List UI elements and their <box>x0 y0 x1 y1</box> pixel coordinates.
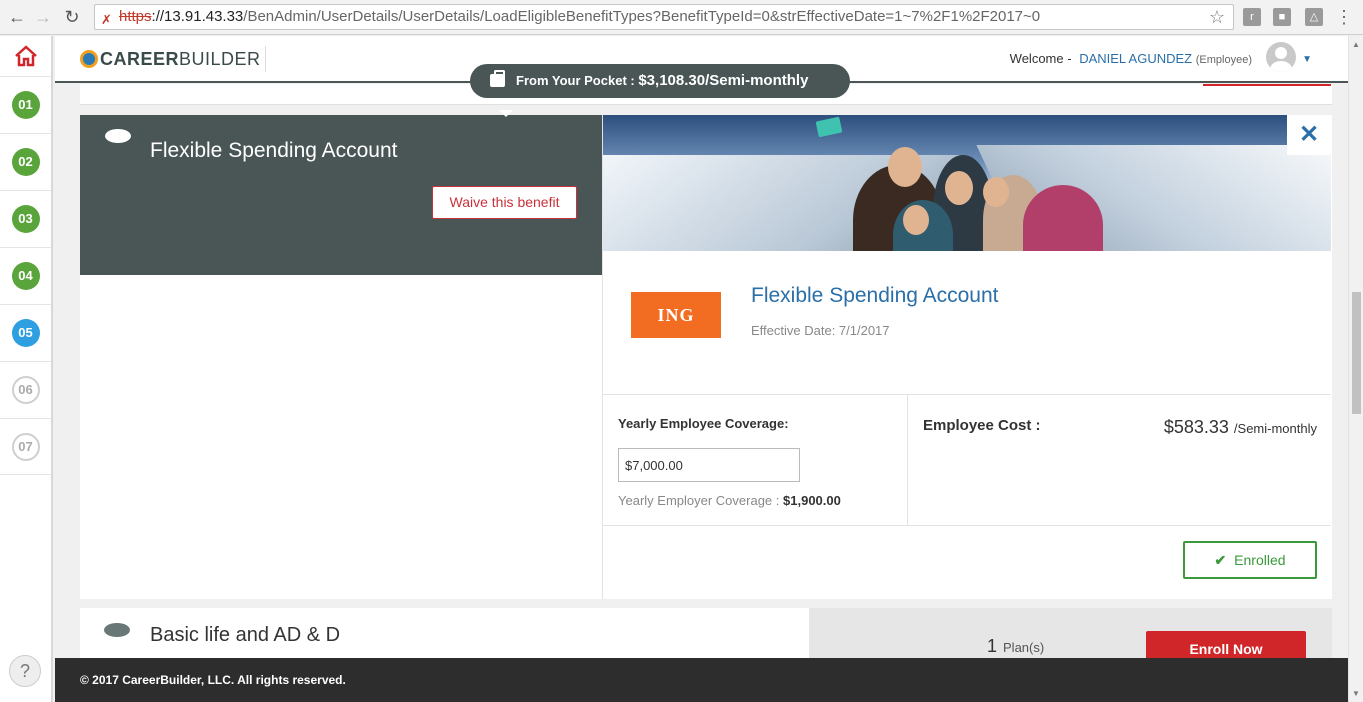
scroll-thumb[interactable] <box>1352 292 1361 414</box>
enrolled-label: Enrolled <box>1234 552 1286 568</box>
logo-icon <box>80 50 98 68</box>
logo-text-bold: CAREER <box>100 49 180 69</box>
step-03[interactable]: 03 <box>0 190 51 247</box>
help-button[interactable]: ? <box>9 655 41 687</box>
extension-icon[interactable]: ■ <box>1273 8 1291 26</box>
step-sidebar: 01 02 03 04 05 06 07 ? <box>0 36 53 702</box>
divider <box>603 394 1331 395</box>
employer-coverage-value: $1,900.00 <box>783 493 841 508</box>
careerbuilder-logo[interactable]: CAREERBUILDER <box>80 49 261 70</box>
url-protocol: https <box>119 8 152 25</box>
effective-date: Effective Date: 7/1/2017 <box>751 323 890 338</box>
plans-count-value: 1 <box>987 636 998 656</box>
step-badge: 04 <box>11 262 40 290</box>
address-bar[interactable]: ✗ https://13.91.43.33/BenAdmin/UserDetai… <box>94 4 1234 30</box>
step-07[interactable]: 07 <box>0 418 51 475</box>
pocket-pointer <box>499 110 513 117</box>
step-badge: 05 <box>11 319 40 347</box>
scroll-down-icon[interactable]: ▼ <box>1352 689 1360 698</box>
forward-icon[interactable]: → <box>32 6 54 28</box>
home-icon <box>14 45 37 67</box>
url-path: /BenAdmin/UserDetails/UserDetails/LoadEl… <box>243 8 1041 25</box>
step-badge: 02 <box>11 148 40 176</box>
employee-cost-value: $583.33 <box>1163 417 1229 437</box>
browser-menu-icon[interactable]: ⋮ <box>1335 7 1353 27</box>
life-benefit-card: Basic life and AD & D 1 Plan(s) Enroll No… <box>80 608 1332 658</box>
header-divider <box>265 46 266 72</box>
step-badge: 07 <box>11 432 40 461</box>
reload-icon[interactable]: ↻ <box>61 6 83 28</box>
employee-coverage-label: Yearly Employee Coverage: <box>618 416 789 431</box>
insecure-lock-icon: ✗ <box>101 12 112 27</box>
plans-count: 1 Plan(s) <box>987 636 1044 657</box>
divider <box>907 394 908 525</box>
close-icon[interactable]: ✕ <box>1287 115 1331 155</box>
fsa-plan-detail: ✕ ING Flexible Spending Account Effectiv… <box>602 115 1332 599</box>
back-icon[interactable]: ← <box>6 6 28 28</box>
carrier-logo: ING <box>631 292 721 338</box>
fsa-summary-panel: Flexible Spending Account Waive this ben… <box>80 115 602 275</box>
step-02[interactable]: 02 <box>0 133 51 190</box>
browser-toolbar: ← → ↻ ✗ https://13.91.43.33/BenAdmin/Use… <box>0 0 1363 35</box>
employer-coverage-label: Yearly Employer Coverage : <box>618 493 780 508</box>
chevron-down-icon[interactable]: ▼ <box>1302 54 1312 65</box>
user-role: (Employee) <box>1195 54 1252 66</box>
scroll-up-icon[interactable]: ▲ <box>1352 40 1360 49</box>
step-05[interactable]: 05 <box>0 304 51 361</box>
benefit-title: Flexible Spending Account <box>150 139 398 162</box>
user-name[interactable]: DANIEL AGUNDEZ <box>1079 51 1192 66</box>
from-your-pocket-badge: From Your Pocket : $3,108.30/Semi-monthl… <box>470 64 850 98</box>
check-icon: ✔ <box>1214 552 1227 568</box>
extension-icon[interactable]: r <box>1243 8 1261 26</box>
logo-text-light: BUILDER <box>179 49 261 69</box>
page-scrollbar[interactable]: ▲ ▼ <box>1348 36 1363 702</box>
pdf-extension-icon[interactable]: △ <box>1305 8 1323 26</box>
fsa-benefit-card: Flexible Spending Account Waive this ben… <box>80 115 1332 599</box>
benefit-banner-image: ✕ <box>603 115 1331 251</box>
plan-name: Flexible Spending Account <box>751 284 999 307</box>
step-04[interactable]: 04 <box>0 247 51 304</box>
step-06[interactable]: 06 <box>0 361 51 418</box>
pocket-amount: $3,108.30/Semi-monthly <box>638 72 809 89</box>
employee-cost-label: Employee Cost : <box>923 417 1041 434</box>
employee-cost-period: /Semi-monthly <box>1233 421 1317 436</box>
plans-count-label: Plan(s) <box>1003 640 1045 655</box>
avatar[interactable] <box>1266 42 1296 72</box>
enroll-now-button[interactable]: Enroll Now <box>1146 631 1306 658</box>
home-button[interactable] <box>0 36 51 76</box>
enrolled-button[interactable]: ✔ Enrolled <box>1183 541 1317 579</box>
welcome-label: Welcome - <box>1009 51 1072 66</box>
employee-cost: $583.33 /Semi-monthly <box>1164 417 1317 438</box>
pocket-label: From Your Pocket : <box>516 73 635 88</box>
copyright-text: © 2017 CareerBuilder, LLC. All rights re… <box>80 673 346 687</box>
waive-benefit-button[interactable]: Waive this benefit <box>432 186 577 219</box>
step-01[interactable]: 01 <box>0 76 51 133</box>
life-plan-summary: 1 Plan(s) Enroll Now <box>809 608 1332 658</box>
previous-enroll-button-edge[interactable] <box>1203 84 1331 86</box>
step-badge: 03 <box>11 205 40 233</box>
step-badge: 06 <box>11 376 40 404</box>
employer-coverage: Yearly Employer Coverage : $1,900.00 <box>618 493 841 508</box>
briefcase-icon <box>490 70 505 87</box>
benefit-title: Basic life and AD & D <box>150 624 341 646</box>
employee-coverage-input[interactable] <box>618 448 800 482</box>
divider <box>603 525 1331 526</box>
step-badge: 01 <box>11 91 40 119</box>
welcome-text: Welcome - DANIEL AGUNDEZ (Employee) <box>1010 51 1252 66</box>
benefit-bullet-icon <box>105 129 131 143</box>
bookmark-star-icon[interactable]: ☆ <box>1209 5 1225 29</box>
footer: © 2017 CareerBuilder, LLC. All rights re… <box>55 658 1348 702</box>
url-host: ://13.91.43.33 <box>151 8 244 25</box>
benefit-bullet-icon <box>104 623 130 637</box>
benefits-main: Flexible Spending Account Waive this ben… <box>55 84 1348 658</box>
